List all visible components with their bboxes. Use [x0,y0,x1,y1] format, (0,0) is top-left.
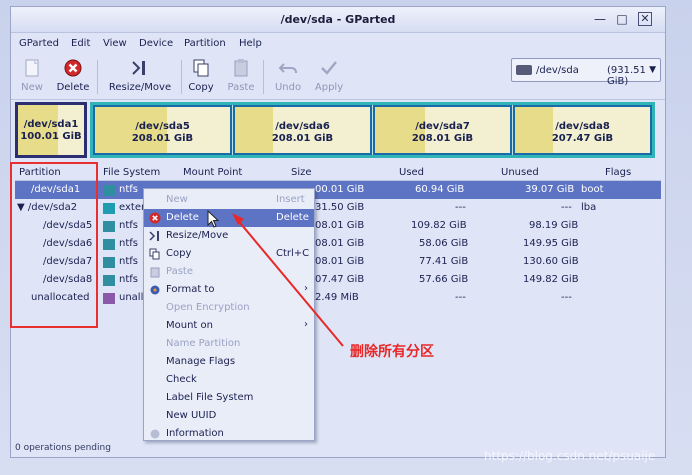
watermark: https://blog.csdn.net/psuaije [484,449,656,463]
desktop: /dev/sda - GParted — □ ✕ GParted Edit Vi… [0,0,692,475]
annotation-arrow [232,213,344,347]
annotation-text: 删除所有分区 [350,344,434,360]
